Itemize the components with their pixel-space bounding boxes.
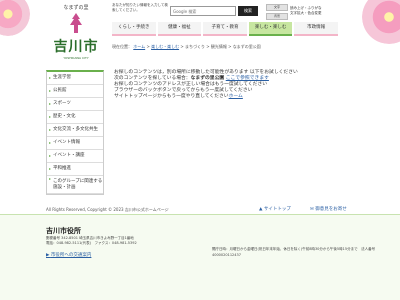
breadcrumb-home[interactable]: ホーム (133, 44, 145, 49)
sidebar-item-related-facilities[interactable]: このグループに関連する施設・計画 (47, 176, 103, 194)
flower-decoration-right (362, 0, 400, 44)
breadcrumb: 現在位置： ホーム > 楽しむ・楽しむ > まちづくり > 観光情報 > なまず… (112, 44, 261, 49)
arrow-right-icon: ▶ (46, 253, 50, 258)
breadcrumb-leisure[interactable]: 楽しむ・楽しむ (151, 44, 179, 49)
sidebar: 生涯学習 公民館 スポーツ 歴史・文化 文化交流・多文化共生 イベント情報 イベ… (46, 70, 104, 195)
organization-name: 吉川市役所 (46, 227, 81, 235)
message-line: サイトトップページからもう一度やり直してくださいホーム (114, 94, 243, 99)
utility-links: 読み上げ・ふりがな 文字拡大・色合変更 (290, 6, 340, 16)
font-size-button[interactable]: 文字 (266, 4, 288, 11)
copyright: All Rights Reserved, Copyright © 2023 吉川… (46, 207, 169, 212)
organization-address: 郵便番号 342-8501 埼玉県吉川市きよみ野一丁目1番地 電話：048-98… (46, 236, 137, 245)
breadcrumb-prefix: 現在位置： (112, 44, 132, 49)
main-content: お探しのコンテンツは，別の場所に移動した可能性があります 以下をお試しください … (114, 70, 354, 100)
alternate-page-link[interactable]: ここで参照できます (226, 76, 269, 81)
arrow-up-icon: ▲ (259, 207, 263, 212)
display-options: 文字 背景 (266, 4, 288, 20)
sidebar-item-history[interactable]: 歴史・文化 (47, 111, 103, 124)
sidebar-item-culture[interactable]: 文化交流・多文化共生 (47, 124, 103, 137)
nav-item-health[interactable]: 健康・福祉 (157, 22, 202, 36)
site-top-link[interactable]: ▲ サイトトップ (259, 206, 291, 212)
page-title-bold: なまずの里公園 (190, 76, 225, 81)
sidebar-item-sports[interactable]: スポーツ (47, 98, 103, 111)
access-info-link[interactable]: ▶ 市役所への交通案内 (46, 252, 91, 258)
nav-item-leisure[interactable]: 楽しむ・楽しむ (248, 22, 293, 36)
feedback-link[interactable]: ✉ 御意見をお寄せ (310, 206, 347, 212)
background-color-button[interactable]: 背景 (266, 13, 288, 20)
sidebar-item-events[interactable]: イベント情報 (47, 137, 103, 150)
breadcrumb-tourism[interactable]: 観光情報 (211, 44, 227, 49)
logo-english: YOSHIKAWA CITY (63, 56, 89, 60)
flower-decoration-left (0, 0, 30, 36)
global-nav: くらし・手続き 健康・福祉 子育て・教育 楽しむ・楽しむ 市政情報 (112, 22, 338, 36)
home-link[interactable]: ホーム (229, 94, 243, 99)
mail-icon: ✉ (310, 207, 314, 212)
sidebar-item-lectures[interactable]: イベント・講座 (47, 150, 103, 163)
logo-title: 吉川市 (53, 39, 99, 55)
nav-item-childcare[interactable]: 子育て・教育 (203, 22, 247, 36)
sidebar-item-peace[interactable]: 平和推進 (47, 163, 103, 176)
logo-subtitle: なまずの里 (63, 5, 89, 11)
search-input[interactable] (170, 6, 236, 16)
nav-item-city-info[interactable]: 市政情報 (294, 22, 338, 36)
city-emblem-icon (70, 13, 82, 33)
text-size-link[interactable]: 文字拡大・色合変更 (290, 11, 340, 16)
search-notice: あなたが知りたい情報を入力して検索してください。 (112, 3, 168, 12)
site-logo[interactable]: なまずの里 吉川市 YOSHIKAWA CITY (47, 0, 105, 70)
breadcrumb-town[interactable]: まちづくり (185, 44, 205, 49)
search-button[interactable]: 検索 (238, 6, 258, 16)
sidebar-item-lifelong-learning[interactable]: 生涯学習 (47, 72, 103, 85)
sidebar-item-community-center[interactable]: 公民館 (47, 85, 103, 98)
opening-hours: 開庁日時：月曜日から金曜日(祝日年末年始、休日を除く)午前8時30分から午後5時… (212, 247, 376, 257)
nav-item-living[interactable]: くらし・手続き (112, 22, 156, 36)
breadcrumb-current: なまずの里公園 (232, 44, 261, 49)
